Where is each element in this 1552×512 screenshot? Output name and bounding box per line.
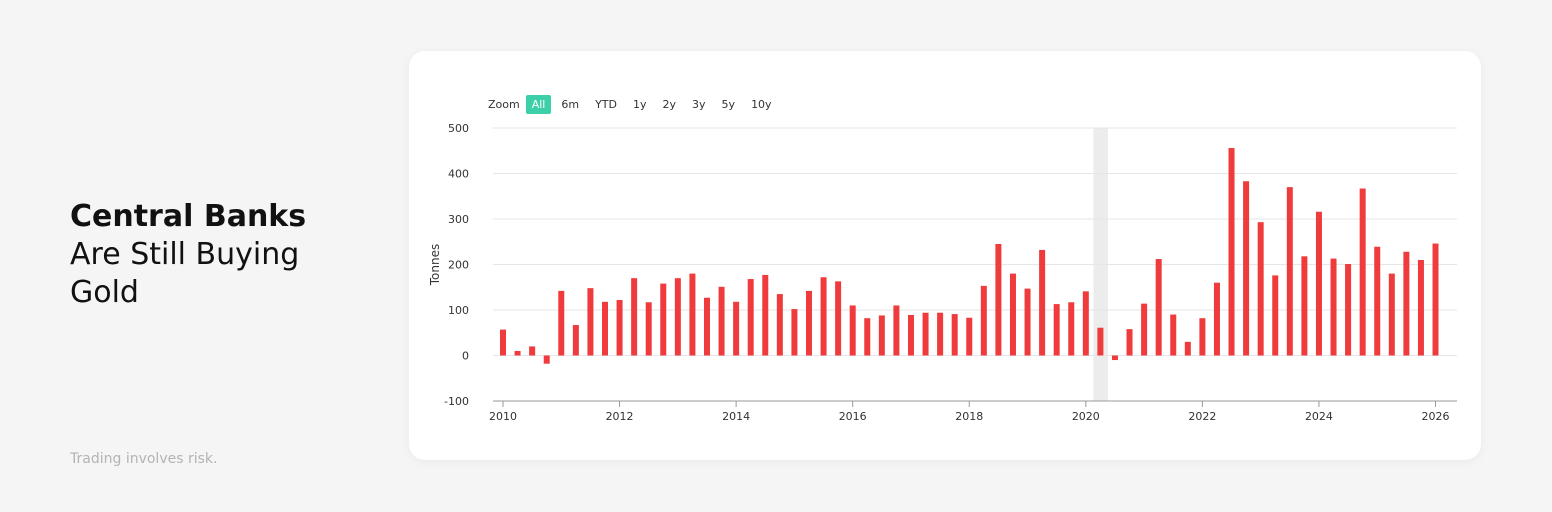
bar: [1345, 264, 1352, 356]
bar: [1170, 314, 1177, 356]
bar: [1374, 246, 1381, 356]
bar: [616, 299, 623, 356]
y-tick-label: 400: [448, 168, 469, 181]
zoom-button-10y[interactable]: 10y: [745, 95, 778, 114]
bar: [1301, 256, 1308, 356]
bar: [558, 290, 565, 356]
x-tick-label: 2018: [955, 410, 983, 423]
bar: [878, 315, 885, 356]
bar: [1228, 148, 1235, 356]
bar: [747, 279, 754, 356]
bar: [1243, 181, 1250, 356]
bar: [660, 283, 667, 356]
headline-bold: Central Banks: [70, 199, 307, 234]
zoom-label: Zoom: [488, 98, 520, 111]
bar: [733, 301, 740, 356]
bar: [689, 273, 696, 356]
bar: [1111, 355, 1118, 361]
headline-light: Are Still Buying Gold: [70, 237, 300, 310]
bar: [1330, 258, 1337, 356]
zoom-button-2y[interactable]: 2y: [657, 95, 683, 114]
zoom-button-ytd[interactable]: YTD: [589, 95, 623, 114]
x-tick-label: 2022: [1188, 410, 1216, 423]
zoom-button-5y[interactable]: 5y: [716, 95, 742, 114]
bar: [1257, 222, 1264, 356]
y-tick-label: 300: [448, 213, 469, 226]
x-tick-label: 2026: [1422, 410, 1450, 423]
zoom-toolbar: Zoom All 6m YTD 1y 2y 3y 5y 10y: [488, 94, 782, 115]
bar: [995, 244, 1002, 356]
bar: [587, 288, 594, 356]
bar: [1199, 318, 1206, 356]
bar: [820, 277, 827, 356]
bar: [1417, 259, 1424, 356]
bar: [937, 312, 944, 356]
zoom-button-3y[interactable]: 3y: [686, 95, 712, 114]
bar: [776, 294, 783, 356]
bar: [1213, 282, 1220, 356]
bar: [1403, 251, 1410, 356]
bar: [543, 355, 550, 364]
y-axis-label: Tonnes: [428, 244, 442, 286]
bar: [1141, 303, 1148, 356]
y-tick-label: 200: [448, 259, 469, 272]
bar: [1432, 243, 1439, 356]
bar: [1039, 249, 1046, 356]
bar: [922, 312, 929, 356]
bar: [529, 346, 536, 356]
headline: Central Banks Are Still Buying Gold: [70, 198, 370, 312]
bar: [1082, 291, 1089, 356]
bar: [601, 301, 608, 356]
bar: [1024, 288, 1031, 356]
bar: [1286, 187, 1293, 356]
bar: [1359, 188, 1366, 356]
bar: [718, 286, 725, 356]
bar: [1155, 259, 1162, 356]
chart-card: -100 0 100 200 300 400 500 Tonnes 2010 2012 2014 20…: [409, 51, 1481, 460]
bar: [674, 278, 681, 356]
risk-disclaimer: Trading involves risk.: [70, 451, 218, 467]
bar: [1388, 273, 1395, 356]
zoom-button-all[interactable]: All: [525, 95, 552, 114]
x-tick-label: 2016: [839, 410, 867, 423]
bar: [1097, 327, 1104, 356]
bar: [1184, 341, 1191, 356]
bar: [1053, 304, 1060, 356]
y-tick-label: 100: [448, 304, 469, 317]
bar: [864, 318, 871, 356]
bar: [762, 274, 769, 356]
y-tick-label: 500: [448, 122, 469, 135]
bar: [835, 281, 842, 356]
bar: [500, 329, 506, 356]
bar: [893, 305, 900, 356]
x-tick-label: 2020: [1072, 410, 1100, 423]
bar: [980, 285, 987, 356]
x-tick-label: 2024: [1305, 410, 1333, 423]
bar: [1315, 211, 1322, 356]
bar: [1068, 302, 1075, 356]
bar: [966, 317, 973, 356]
bar: [1272, 275, 1279, 356]
x-tick-label: 2012: [606, 410, 634, 423]
y-tick-label: 0: [462, 350, 469, 363]
x-tick-label: 2010: [489, 410, 517, 423]
bar: [572, 325, 579, 356]
bar: [514, 350, 521, 356]
bar: [791, 309, 798, 356]
bar: [703, 297, 710, 356]
x-tick-label: 2014: [722, 410, 750, 423]
y-tick-label: -100: [444, 395, 469, 408]
bar: [645, 302, 652, 356]
bar: [907, 315, 914, 356]
zoom-button-1y[interactable]: 1y: [627, 95, 653, 114]
bar: [1009, 273, 1016, 356]
bar: [849, 305, 856, 356]
bar: [1126, 329, 1133, 356]
zoom-button-6m[interactable]: 6m: [555, 95, 585, 114]
bar: [951, 314, 958, 356]
bar: [805, 290, 812, 356]
bar: [631, 278, 638, 356]
